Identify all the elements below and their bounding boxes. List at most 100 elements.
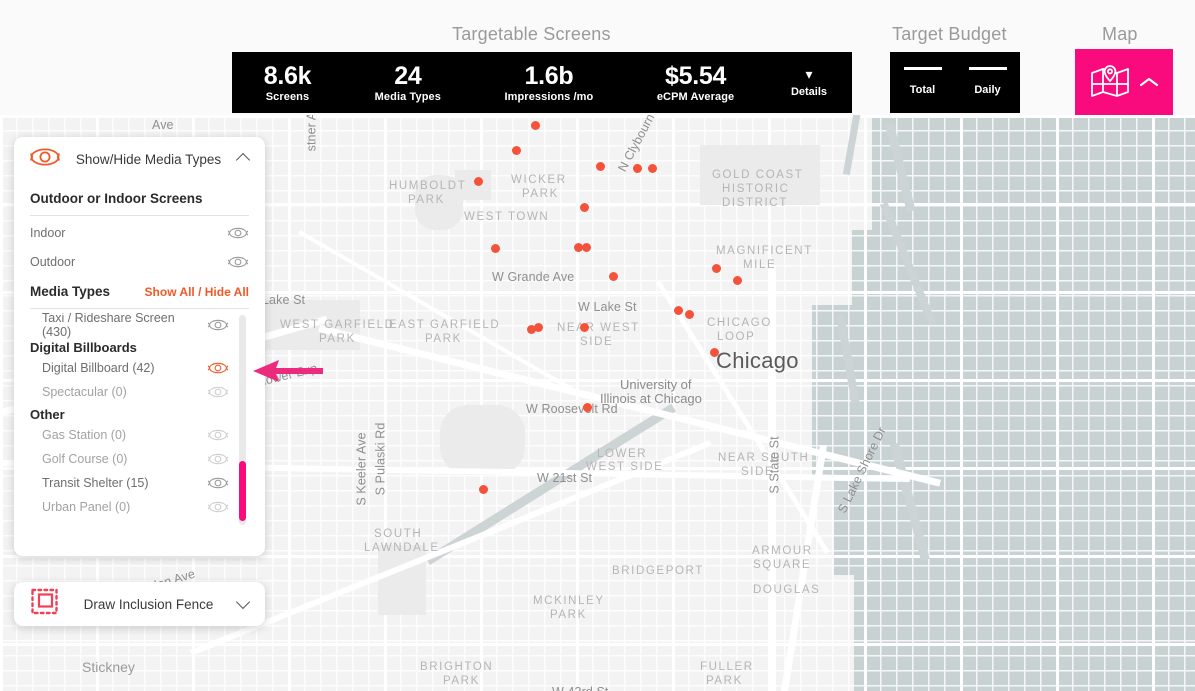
budget-total: Total <box>890 67 955 98</box>
stat-caption: Impressions /mo <box>504 90 594 103</box>
chevron-down-icon: ▾ <box>805 65 813 82</box>
screen-marker-dot[interactable] <box>582 402 592 412</box>
screen-marker-dot[interactable] <box>579 322 589 332</box>
screen-marker-dot[interactable] <box>473 176 483 186</box>
media-type-row[interactable]: Taxi / Rideshare Screen (430) <box>30 313 229 339</box>
screen-marker-dot[interactable] <box>709 347 719 357</box>
screen-marker-dot[interactable] <box>684 309 694 319</box>
media-type-label: Digital Billboard (42) <box>42 361 155 375</box>
media-type-label: Golf Course (0) <box>42 452 128 466</box>
media-option-row[interactable]: Indoor <box>30 221 249 245</box>
eye-toggle-icon[interactable] <box>207 428 229 442</box>
eye-toggle-icon[interactable] <box>207 318 229 332</box>
eye-toggle-icon[interactable] <box>227 226 249 240</box>
stat-cell-4: $5.54 eCPM Average <box>625 61 766 103</box>
media-type-row[interactable]: Gas Station (0) <box>30 423 229 447</box>
media-panel-body: Outdoor or Indoor Screens Indoor Outdoor … <box>14 191 265 527</box>
stat-cell-1: 8.6k Screens <box>232 61 343 103</box>
eye-icon <box>29 148 61 171</box>
fence-panel-title: Draw Inclusion Fence <box>83 596 214 612</box>
budget-daily-value-placeholder <box>968 67 1007 70</box>
show-all-hide-all-link[interactable]: Show All / Hide All <box>145 285 249 299</box>
media-type-row[interactable]: Golf Course (0) <box>30 447 229 471</box>
screen-marker-dot[interactable] <box>608 271 618 281</box>
budget-bar: Total Daily <box>890 52 1020 113</box>
screen-marker-dot[interactable] <box>533 322 543 332</box>
eye-toggle-icon[interactable] <box>207 361 229 375</box>
scrollbar-thumb[interactable] <box>239 461 246 521</box>
screen-marker-dot[interactable] <box>711 263 721 273</box>
screen-marker-dot[interactable] <box>647 163 657 173</box>
target-budget-title: Target Budget <box>892 24 1007 44</box>
media-type-label: Transit Shelter (15) <box>42 476 149 490</box>
map-block <box>455 170 491 200</box>
screen-marker-dot[interactable] <box>732 275 742 285</box>
media-type-row[interactable]: Spectacular (0) <box>30 380 229 404</box>
screen-marker-dot[interactable] <box>595 161 605 171</box>
screen-marker-dot[interactable] <box>632 163 642 173</box>
stats-bar: 8.6k Screens 24 Media Types 1.6b Impressions … <box>232 52 852 113</box>
map-block <box>378 545 426 615</box>
media-type-label: Gas Station (0) <box>42 428 127 442</box>
targetable-screens-title: Targetable Screens <box>452 24 611 44</box>
media-option-row[interactable]: Outdoor <box>30 250 249 274</box>
screen-marker-dot[interactable] <box>490 243 500 253</box>
screen-marker-dot[interactable] <box>530 120 540 130</box>
eye-toggle-icon[interactable] <box>227 255 249 269</box>
map-block <box>440 405 525 475</box>
chevron-down-icon[interactable] <box>237 597 251 611</box>
screen-marker-dot[interactable] <box>511 145 521 155</box>
stat-cell-group: 8.6k Screens 24 Media Types 1.6b Impressions … <box>232 61 766 103</box>
screen-marker-dot[interactable] <box>581 242 591 252</box>
eye-toggle-icon[interactable] <box>207 452 229 466</box>
stat-cell-2: 24 Media Types <box>343 61 473 103</box>
media-type-label: Taxi / Rideshare Screen (430) <box>42 313 175 339</box>
media-option-label: Indoor <box>30 226 66 240</box>
eye-toggle-icon[interactable] <box>207 500 229 514</box>
media-types-panel[interactable]: Show/Hide Media Types Outdoor or Indoor … <box>14 137 265 556</box>
stat-cell-3: 1.6b Impressions /mo <box>473 61 625 103</box>
stat-value: 24 <box>394 61 422 90</box>
stat-value: 8.6k <box>263 61 312 90</box>
screen-marker-dot[interactable] <box>478 484 488 494</box>
app-root: HUMBOLDT PARK WICKER PARK WEST TOWN GOLD COAS… <box>0 0 1195 691</box>
stat-caption: Media Types <box>374 90 441 103</box>
media-types-scroll-area[interactable]: Taxi / Rideshare Screen (430) Digital Bil… <box>30 313 249 527</box>
stat-value: $5.54 <box>665 61 727 90</box>
map-panel-toggle-button[interactable] <box>1075 49 1173 115</box>
stat-value: 1.6b <box>524 61 574 90</box>
media-type-row[interactable]: Transit Shelter (15) <box>30 471 229 495</box>
media-type-label: Spectacular (0) <box>42 385 127 399</box>
outdoor-indoor-heading: Outdoor or Indoor Screens <box>30 191 203 206</box>
media-type-label: Urban Panel (0) <box>42 500 131 514</box>
map-block <box>700 145 820 205</box>
indoor-outdoor-option-list: Indoor Outdoor <box>30 221 249 274</box>
media-type-row[interactable]: Urban Panel (0) <box>30 495 229 519</box>
map-pin-icon <box>1089 64 1131 100</box>
eye-toggle-icon[interactable] <box>207 476 229 490</box>
screen-marker-dot[interactable] <box>579 202 589 212</box>
screen-marker-dot[interactable] <box>673 305 683 315</box>
divider <box>30 215 249 216</box>
draw-inclusion-fence-panel[interactable]: Draw Inclusion Fence <box>14 582 265 626</box>
budget-total-label: Total <box>909 84 936 96</box>
media-type-row[interactable]: Digital Billboard (42) <box>30 356 229 380</box>
top-header-bar: Targetable Screens Target Budget Map 8.6… <box>0 0 1195 115</box>
chevron-up-icon[interactable] <box>237 152 251 166</box>
media-types-heading: Media Types <box>30 284 111 299</box>
stat-caption: eCPM Average <box>656 90 735 103</box>
stat-caption: Screens <box>265 90 310 103</box>
media-type-group-heading: Digital Billboards <box>30 340 137 355</box>
chevron-up-icon <box>1139 76 1159 89</box>
lake-shore-drive <box>770 265 776 691</box>
details-toggle[interactable]: ▾ Details <box>766 66 852 100</box>
budget-total-value-placeholder <box>903 67 942 70</box>
eye-toggle-icon[interactable] <box>207 385 229 399</box>
details-label: Details <box>790 85 828 98</box>
media-panel-header[interactable]: Show/Hide Media Types <box>14 137 265 181</box>
map-title: Map <box>1102 24 1138 44</box>
divider <box>30 308 249 309</box>
dashed-square-icon <box>30 588 60 621</box>
media-panel-title: Show/Hide Media Types <box>75 151 222 167</box>
budget-daily: Daily <box>955 67 1020 98</box>
